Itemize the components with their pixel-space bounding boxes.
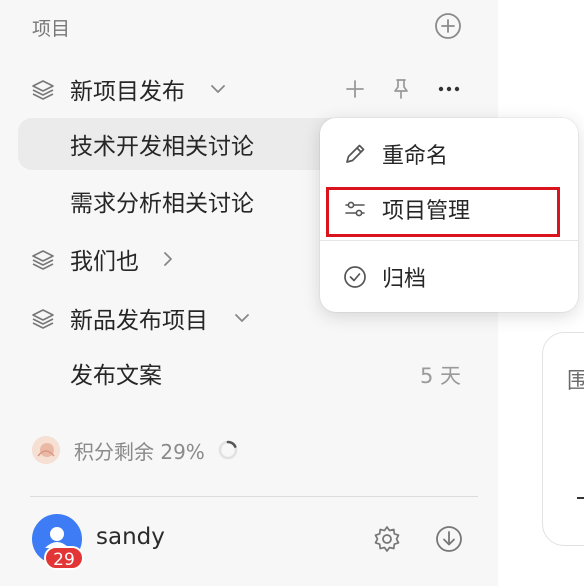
- menu-item-archive[interactable]: 归档: [320, 250, 578, 304]
- pin-icon[interactable]: [388, 76, 414, 102]
- credits-remaining[interactable]: 积分剩余 29%: [32, 432, 239, 468]
- menu-divider: [320, 240, 578, 241]
- credits-avatar: [32, 436, 60, 464]
- notification-badge: 29: [44, 546, 84, 570]
- card-text: 围: [567, 369, 584, 394]
- download-icon[interactable]: [434, 524, 464, 554]
- project-group-label: 新品发布项目: [70, 308, 208, 334]
- gear-icon[interactable]: [372, 524, 402, 554]
- layers-icon: [32, 250, 54, 270]
- card-dash: [577, 497, 584, 499]
- project-group-new-release[interactable]: 新项目发布: [0, 63, 498, 115]
- item-age: 5 天: [420, 364, 462, 388]
- add-project-icon[interactable]: [434, 12, 462, 40]
- divider: [30, 496, 478, 497]
- project-item-label: 技术开发相关讨论: [70, 134, 254, 160]
- more-icon[interactable]: [436, 76, 462, 102]
- layers-icon: [32, 80, 54, 100]
- pencil-icon: [346, 144, 365, 163]
- menu-item-label: 归档: [382, 267, 427, 292]
- add-icon[interactable]: [342, 76, 368, 102]
- credits-label: 积分剩余 29%: [74, 439, 205, 464]
- username: sandy: [96, 524, 165, 550]
- chevron-down-icon[interactable]: [231, 307, 253, 329]
- menu-item-rename[interactable]: 重命名: [320, 127, 578, 181]
- chevron-right-icon[interactable]: [157, 248, 179, 270]
- progress-ring-icon: [218, 440, 238, 460]
- highlight-annotation-box: [326, 187, 560, 237]
- project-group-label: 新项目发布: [70, 79, 185, 105]
- project-item-label: 需求分析相关讨论: [70, 191, 254, 217]
- project-group-label: 我们也: [70, 249, 139, 275]
- chevron-down-icon[interactable]: [207, 78, 229, 100]
- check-circle-icon: [344, 266, 366, 288]
- menu-item-label: 重命名: [382, 144, 449, 169]
- layers-icon: [32, 309, 54, 329]
- project-item-label: 发布文案: [70, 363, 162, 389]
- projects-section-title: 项目: [32, 18, 71, 40]
- content-card[interactable]: 围: [542, 332, 584, 546]
